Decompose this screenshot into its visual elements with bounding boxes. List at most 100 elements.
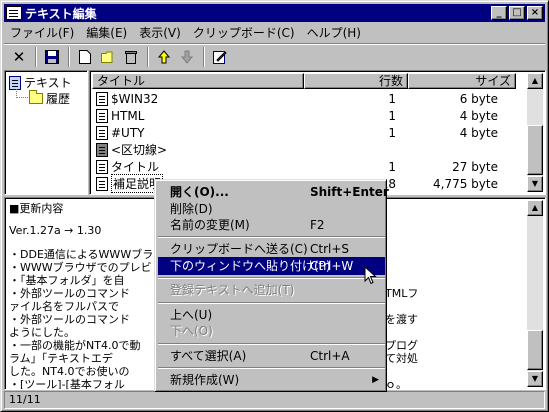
toolbar: ✕	[4, 43, 545, 69]
toolbar-separator	[147, 46, 149, 67]
menu-separator	[158, 277, 385, 279]
menu-item-label: 下へ(O)	[170, 324, 213, 338]
tree-connector	[16, 89, 28, 98]
item-title: <区切線>	[111, 143, 168, 157]
item-size: 4 byte	[459, 125, 498, 140]
item-size: 4 byte	[459, 108, 498, 123]
menu-clipboard[interactable]: クリップボード(C)	[187, 24, 301, 41]
item-lines: 1	[388, 159, 396, 174]
scroll-thumb[interactable]	[527, 330, 543, 370]
tree-node-label: 履歴	[46, 92, 71, 106]
menu-separator	[158, 236, 385, 238]
menu-item-new[interactable]: 新規作成(W) ▶	[158, 371, 385, 389]
tree-node-history[interactable]: 履歴	[29, 90, 70, 107]
mouse-cursor-icon	[364, 266, 377, 285]
menu-help[interactable]: ヘルプ(H)	[301, 24, 367, 41]
menu-item-label: クリップボードへ送る(C)	[170, 242, 308, 256]
open-folder-icon[interactable]	[97, 46, 119, 68]
menu-item-send-clipboard[interactable]: クリップボードへ送る(C) Ctrl+S	[158, 240, 385, 258]
item-title: HTML	[111, 108, 145, 123]
list-item[interactable]: HTML 1 4 byte	[92, 107, 504, 124]
menu-bar: ファイル(F) 編集(E) 表示(V) クリップボード(C) ヘルプ(H)	[4, 23, 545, 41]
column-header-title[interactable]: タイトル	[92, 73, 304, 89]
editor-line-fragment: ｏ。	[385, 378, 407, 390]
delete-x-icon[interactable]: ✕	[8, 46, 30, 68]
list-item[interactable]: <区切線>	[92, 141, 504, 158]
item-lines: 1	[388, 125, 396, 140]
context-menu: 開く(O)... Shift+Enter 削除(D) 名前の変更(M) F2 クリッ…	[154, 179, 389, 392]
maximize-button[interactable]: □	[509, 6, 525, 20]
item-lines: 1	[388, 91, 396, 106]
menu-separator	[158, 302, 385, 304]
list-header: タイトル 行数 サイズ	[92, 73, 516, 89]
menu-item-select-all[interactable]: すべて選択(A) Ctrl+A	[158, 347, 385, 365]
move-up-icon[interactable]	[153, 46, 175, 68]
editor-line-fragment: て対処	[385, 352, 418, 365]
item-title: #UTY	[111, 125, 145, 140]
window-controls: _ □ ×	[489, 6, 543, 20]
toolbar-separator	[203, 46, 205, 67]
scroll-down-icon[interactable]: ▼	[527, 176, 543, 192]
menu-item-label: 名前の変更(M)	[170, 218, 250, 232]
new-document-icon[interactable]	[74, 46, 96, 68]
close-button[interactable]: ×	[527, 6, 543, 20]
menu-file[interactable]: ファイル(F)	[4, 24, 80, 41]
document-icon	[96, 108, 108, 123]
toolbar-separator	[35, 46, 37, 67]
editor-line: ・[ツール]-[基本フォル	[9, 378, 125, 390]
trash-icon[interactable]	[120, 46, 142, 68]
list-item[interactable]: $WIN32 1 6 byte	[92, 90, 504, 107]
editor-line: Ver.1.27a → 1.30	[9, 224, 102, 237]
document-icon	[9, 75, 21, 90]
folder-icon	[29, 90, 43, 104]
window-title: テキスト編集	[25, 6, 97, 21]
menu-item-rename[interactable]: 名前の変更(M) F2	[158, 216, 385, 234]
menu-item-open[interactable]: 開く(O)... Shift+Enter	[158, 183, 389, 201]
title-bar[interactable]: テキスト編集 _ □ ×	[4, 4, 545, 22]
menu-item-label: 新規作成(W)	[170, 373, 240, 387]
list-item[interactable]: タイトル 1 27 byte	[92, 158, 504, 175]
menu-view[interactable]: 表示(V)	[133, 24, 187, 41]
document-icon	[96, 125, 108, 140]
column-header-size[interactable]: サイズ	[408, 73, 516, 89]
separator-doc-icon	[96, 142, 108, 157]
item-size: 6 byte	[459, 91, 498, 106]
document-icon	[96, 176, 108, 191]
scroll-up-icon[interactable]: ▲	[527, 73, 543, 89]
scroll-up-icon[interactable]: ▲	[527, 200, 543, 216]
scroll-down-icon[interactable]: ▼	[527, 371, 543, 387]
editor-line: ■更新内容	[9, 202, 64, 215]
editor-line-fragment: を渡す	[385, 313, 418, 326]
toolbar-separator	[68, 46, 70, 67]
item-lines: 1	[388, 108, 396, 123]
text-list: タイトル 行数 サイズ $WIN32 1 6 byte HTML 1 4 byt…	[89, 70, 546, 195]
menu-item-add-registered: 登録テキストへ追加(T)	[158, 281, 385, 299]
item-size: 27 byte	[452, 159, 498, 174]
menu-item-shortcut: F2	[310, 218, 325, 232]
menu-item-label: 開く(O)...	[170, 185, 229, 199]
minimize-button[interactable]: _	[491, 6, 507, 20]
menu-item-label: 登録テキストへ追加(T)	[170, 283, 295, 297]
item-title: タイトル	[111, 160, 160, 174]
editor-scrollbar[interactable]: ▲ ▼	[527, 200, 543, 387]
menu-item-shortcut: Ctrl+A	[310, 349, 350, 363]
status-bar: 11/11	[4, 391, 545, 409]
menu-item-shortcut: Ctrl+S	[310, 242, 350, 256]
item-size: 4,775 byte	[433, 176, 498, 191]
document-icon	[96, 91, 108, 106]
menu-item-paste-below[interactable]: 下のウィンドウへ貼り付け(P) Ctrl+W	[158, 257, 385, 275]
menu-edit[interactable]: 編集(E)	[80, 24, 133, 41]
list-scrollbar[interactable]: ▲ ▼	[527, 73, 543, 192]
save-icon[interactable]	[41, 46, 63, 68]
move-down-icon	[176, 46, 198, 68]
edit-notepad-icon[interactable]	[209, 46, 231, 68]
column-header-lines[interactable]: 行数	[304, 73, 408, 89]
submenu-arrow-icon: ▶	[372, 375, 379, 385]
tree-node-label: テキスト	[24, 76, 72, 90]
list-item[interactable]: #UTY 1 4 byte	[92, 124, 504, 141]
menu-item-shortcut: Shift+Enter	[310, 185, 389, 199]
menu-item-label: すべて選択(A)	[170, 349, 247, 363]
menu-item-move-down: 下へ(O)	[158, 322, 385, 340]
editor-line-fragment: TMLフ	[385, 287, 419, 300]
scroll-thumb[interactable]	[527, 125, 543, 175]
